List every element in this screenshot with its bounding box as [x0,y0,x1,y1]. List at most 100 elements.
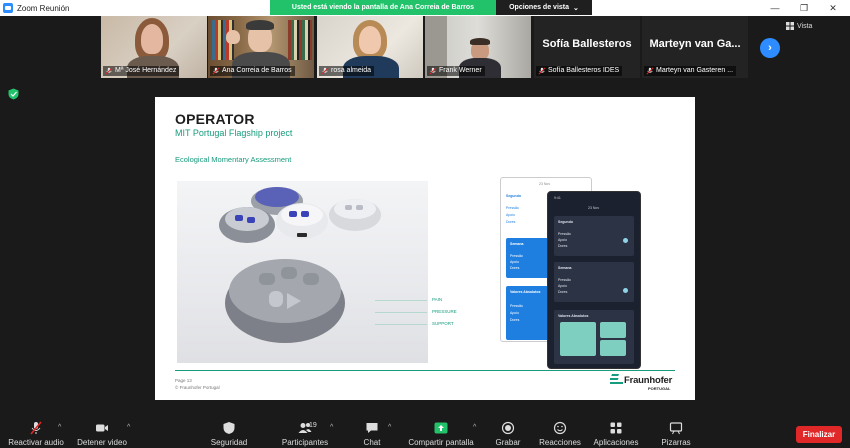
annotation-pressure: PRESSURE [432,309,457,314]
end-meeting-button[interactable]: Finalizar [796,426,842,443]
smile-icon [553,421,567,435]
mic-muted-icon [646,67,654,75]
whiteboards-button[interactable]: Pizarras [658,410,694,448]
view-button-label: Vista [797,22,813,30]
participant-hair [246,20,274,30]
slide-page-number: Page 13 [175,378,192,383]
phone-date: 23 Nov [588,206,600,210]
slide-section: Ecological Momentary Assessment [175,155,292,164]
chat-button[interactable]: Chat [352,410,392,448]
chat-bubble-icon [366,423,378,433]
meeting-toolbar: Reactivar audio ^ Detener video ^ Seguri… [0,410,850,448]
second-card: Segundo Pressão Apoio Dores [554,216,634,256]
share-screen-icon [434,422,448,434]
mic-muted-icon [212,67,220,75]
mic-muted-icon [30,421,42,435]
restore-button[interactable]: ❐ [789,0,819,16]
encryption-shield-icon[interactable] [8,88,19,100]
apps-grid-icon [610,422,622,434]
video-options-caret[interactable]: ^ [127,424,130,431]
mic-muted-icon [429,67,437,75]
bookshelf [288,20,312,60]
security-button[interactable]: Seguridad [204,410,254,448]
participant-name-label: Marteyn van Gasteren ... [644,66,737,76]
participant-hand [226,30,240,44]
participant-name-label: Mª José Hernández [103,66,180,76]
device-photo [177,181,428,363]
share-banner: Usted está viendo la pantalla de Ana Cor… [270,0,496,15]
whiteboards-label: Pizarras [661,438,691,447]
participants-options-caret[interactable]: ^ [330,424,333,431]
record-button[interactable]: Grabar [491,410,525,448]
annotation-line [375,312,427,313]
participant-name-label: rosa almeida [319,66,375,76]
participant-name-label: Ana Correia de Barros [210,66,295,76]
participant-face [359,26,381,54]
record-icon [501,421,515,435]
apps-button[interactable]: Aplicaciones [592,410,640,448]
shared-screen-slide: OPERATOR MIT Portugal Flagship project E… [155,97,695,400]
participant-hair [470,38,490,45]
share-options-caret[interactable]: ^ [473,424,476,431]
video-camera-icon [96,424,108,432]
reactions-button[interactable]: Reacciones [538,410,582,448]
chevron-down-icon: ⌄ [573,4,579,12]
close-icon: ✕ [829,2,837,13]
fraunhofer-logo: Fraunhofer PORTUGAL [610,374,676,392]
participants-button[interactable]: Participantes [272,410,338,448]
participant-display-name: Sofía Ballesteros [542,38,632,50]
participant-tile[interactable]: Sofía Ballesteros Sofía Ballesteros IDES [534,16,640,78]
annotation-line [375,324,427,325]
apps-label: Aplicaciones [593,438,639,447]
mic-muted-icon [105,67,113,75]
fraunhofer-sub: PORTUGAL [648,386,671,391]
minimize-button[interactable]: — [760,0,790,16]
mic-muted-icon [321,67,329,75]
annotation-line [375,300,427,301]
share-screen-button[interactable]: Compartir pantalla [404,410,478,448]
chat-label: Chat [363,438,381,447]
zoom-app-icon [3,3,13,13]
security-label: Seguridad [210,438,248,447]
view-options-button[interactable]: Opciones de vista ⌄ [496,0,592,15]
participant-display-name: Marteyn van Ga... [649,38,741,50]
minimize-icon: — [770,3,780,13]
restore-icon: ❐ [799,2,809,13]
shield-icon [223,422,235,434]
participant-tile-active[interactable]: Ana Correia de Barros [208,16,314,78]
gallery-view-button[interactable]: Vista [786,22,812,30]
week-card: Semana Pressão Apoio Dores [554,262,634,302]
audio-options-caret[interactable]: ^ [58,424,61,431]
slide-title: OPERATOR [175,111,255,127]
view-options-label: Opciones de vista [509,4,570,11]
participant-tile[interactable]: rosa almeida [317,16,423,78]
slide-subtitle: MIT Portugal Flagship project [175,128,293,138]
share-label: Compartir pantalla [408,438,474,447]
mic-muted-icon [538,67,546,75]
phone-mockup-dark: 9:41 23 Nov Segundo Pressão Apoio Dores … [547,191,641,369]
unmute-audio-button[interactable]: Reactivar audio [6,410,66,448]
annotation-support: SUPPORT [432,321,454,326]
participant-tile[interactable]: Frank Werner [425,16,531,78]
participant-name-label: Sofía Ballesteros IDES [536,66,623,76]
video-label: Detener video [77,438,127,447]
chevron-right-icon: › [768,42,772,54]
next-page-button[interactable]: › [760,38,780,58]
stop-video-button[interactable]: Detener video [72,410,132,448]
audio-label: Reactivar audio [8,438,64,447]
whiteboard-icon [669,422,683,435]
annotation-pain: PAIN [432,297,443,302]
participants-label: Participantes [281,438,329,447]
chat-options-caret[interactable]: ^ [388,424,391,431]
participant-tile[interactable]: Marteyn van Ga... Marteyn van Gasteren .… [642,16,748,78]
close-button[interactable]: ✕ [818,0,848,16]
participant-name-label: Frank Werner [427,66,485,76]
absolute-values-card: Valores Absolutos [554,310,634,364]
fraunhofer-mark-icon [610,374,623,384]
record-label: Grabar [495,438,521,447]
fraunhofer-name: Fraunhofer [624,375,673,386]
window-title: Zoom Reunión [17,3,70,13]
participant-face [141,24,163,54]
phone-time: 9:41 [554,196,561,200]
participant-tile[interactable]: Mª José Hernández [101,16,207,78]
